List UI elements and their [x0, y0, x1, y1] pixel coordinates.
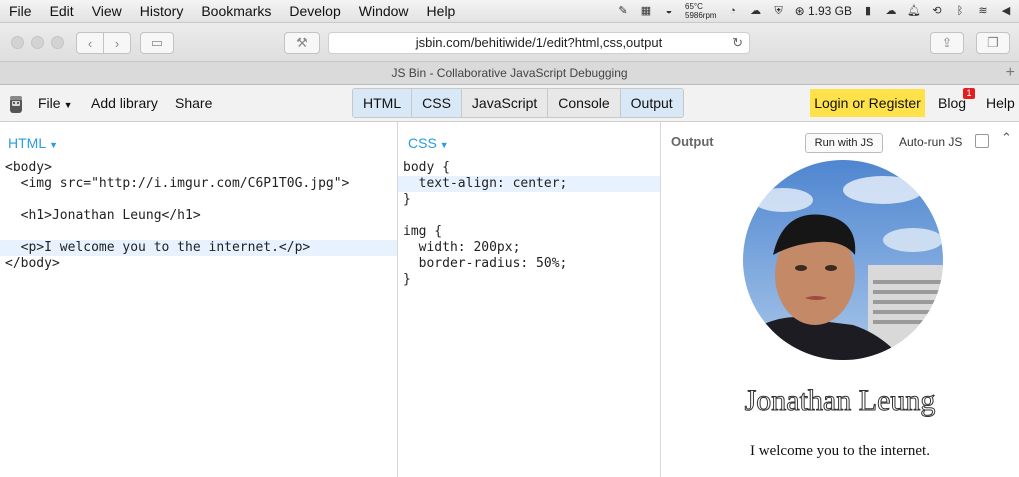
- code-line[interactable]: width: 200px;: [398, 240, 660, 256]
- sidebar-icon: ▭: [150, 35, 164, 50]
- menu-bookmarks[interactable]: Bookmarks: [192, 0, 280, 22]
- menu-file[interactable]: File: [0, 0, 41, 22]
- avatar: [743, 160, 943, 360]
- output-heading: Jonathan Leung: [744, 384, 936, 418]
- url-text: jsbin.com/behitiwide/1/edit?html,css,out…: [415, 35, 663, 50]
- output-pane: Output Run with JS Auto-run JS ⌃ Jonatha…: [661, 122, 1019, 477]
- add-library-button[interactable]: Add library: [91, 95, 158, 111]
- cloud-outline-icon[interactable]: ☁: [749, 5, 763, 17]
- output-paragraph: I welcome you to the internet.: [750, 443, 930, 459]
- share-link[interactable]: Share: [175, 95, 212, 111]
- gauge-icon[interactable]: ◔: [726, 5, 740, 17]
- caret-down-icon: ▼: [439, 140, 449, 150]
- css-code-editor[interactable]: body { text-align: center; } img { width…: [398, 160, 660, 288]
- temperature-readout: 65°C 5986rpm: [685, 2, 717, 20]
- help-link[interactable]: Help: [986, 95, 1015, 111]
- menu-window[interactable]: Window: [350, 0, 418, 22]
- output-panel-label: Output: [671, 134, 714, 149]
- shield-icon[interactable]: ⛨: [772, 5, 786, 17]
- tab-output[interactable]: Output: [620, 89, 683, 117]
- collapse-chevron-icon[interactable]: ⌃: [1001, 130, 1012, 146]
- tabs-overview-button[interactable]: ❐: [976, 32, 1010, 54]
- file-menu-button[interactable]: File ▼: [38, 95, 72, 111]
- code-line[interactable]: <h1>Jonathan Leung</h1>: [0, 208, 397, 224]
- code-line[interactable]: }: [398, 192, 660, 208]
- bell-icon[interactable]: 🔔︎: [907, 5, 921, 17]
- menu-help[interactable]: Help: [418, 0, 465, 22]
- blog-link[interactable]: Blog: [938, 95, 966, 111]
- code-line[interactable]: }: [398, 272, 660, 288]
- zoom-window-button[interactable]: [51, 36, 64, 49]
- tool-icon[interactable]: ✎: [616, 5, 630, 17]
- share-button[interactable]: ⇪: [930, 32, 964, 54]
- panel-toggle-group: HTML CSS JavaScript Console Output: [352, 88, 684, 118]
- login-register-button[interactable]: Login or Register: [810, 89, 925, 117]
- code-line[interactable]: [0, 224, 397, 240]
- drive-icon[interactable]: ◒: [662, 5, 676, 17]
- css-panel-label[interactable]: CSS ▼: [408, 135, 449, 151]
- code-line[interactable]: img {: [398, 224, 660, 240]
- code-line[interactable]: </body>: [0, 256, 397, 272]
- code-line[interactable]: <body>: [0, 160, 397, 176]
- memory-readout[interactable]: ⊛ 1.93 GB: [795, 4, 852, 18]
- code-line[interactable]: [398, 208, 660, 224]
- html-editor-pane: HTML ▼ <body> <img src="http://i.imgur.co…: [0, 122, 398, 477]
- autorun-label: Auto-run JS: [899, 135, 963, 149]
- tabs-icon: ❐: [987, 35, 999, 50]
- html-code-editor[interactable]: <body> <img src="http://i.imgur.com/C6P1…: [0, 160, 397, 272]
- forward-button[interactable]: ›: [103, 32, 131, 54]
- caret-down-icon: ▼: [63, 100, 73, 110]
- menu-develop[interactable]: Develop: [280, 0, 349, 22]
- code-line[interactable]: <img src="http://i.imgur.com/C6P1T0G.jpg…: [0, 176, 397, 192]
- share-icon: ⇪: [941, 35, 953, 50]
- tab-javascript[interactable]: JavaScript: [461, 89, 549, 117]
- chevron-right-icon: ›: [114, 35, 120, 51]
- menu-history[interactable]: History: [131, 0, 193, 22]
- volume-icon[interactable]: ◀: [999, 5, 1013, 17]
- code-line[interactable]: body {: [398, 160, 660, 176]
- wrench-icon: ⚒: [296, 35, 308, 50]
- chevron-left-icon: ‹: [87, 35, 93, 51]
- close-window-button[interactable]: [11, 36, 24, 49]
- menu-view[interactable]: View: [83, 0, 131, 22]
- blog-badge: 1: [963, 88, 975, 99]
- reload-icon[interactable]: ↻: [732, 33, 743, 53]
- wifi-icon[interactable]: ≋: [976, 5, 990, 17]
- autorun-checkbox[interactable]: [975, 134, 989, 148]
- back-button[interactable]: ‹: [76, 32, 104, 54]
- new-tab-icon[interactable]: +: [1006, 62, 1015, 84]
- run-with-js-button[interactable]: Run with JS: [805, 133, 883, 153]
- jsbin-control-bar: File ▼ Add library Share HTML CSS JavaScr…: [0, 85, 1019, 122]
- html-panel-label[interactable]: HTML ▼: [8, 135, 58, 151]
- caret-down-icon: ▼: [49, 140, 59, 150]
- code-line[interactable]: [0, 192, 397, 208]
- sidebar-button[interactable]: ▭: [140, 32, 174, 54]
- bluetooth-icon[interactable]: ᛒ: [953, 5, 967, 17]
- jsbin-logo-icon[interactable]: [8, 92, 24, 114]
- menu-edit[interactable]: Edit: [41, 0, 83, 22]
- profile-photo: [743, 160, 943, 360]
- code-line[interactable]: <p>I welcome you to the internet.</p>: [0, 240, 397, 256]
- code-line[interactable]: text-align: center;: [398, 176, 660, 192]
- grid-icon[interactable]: ▦: [639, 5, 653, 17]
- status-area: ✎ ▦ ◒ 65°C 5986rpm ◔ ☁ ⛨ ⊛ 1.93 GB ▮ ☁ 🔔…: [616, 0, 1013, 22]
- browser-toolbar: ‹ › ▭ ⚒ jsbin.com/behitiwide/1/edit?html…: [0, 23, 1019, 62]
- tab-bar: JS Bin - Collaborative JavaScript Debugg…: [0, 62, 1019, 85]
- tab-css[interactable]: CSS: [412, 89, 462, 117]
- tab-title[interactable]: JS Bin - Collaborative JavaScript Debugg…: [391, 66, 627, 80]
- url-bar[interactable]: jsbin.com/behitiwide/1/edit?html,css,out…: [328, 32, 750, 54]
- extension-button[interactable]: ⚒: [284, 32, 320, 54]
- tab-console[interactable]: Console: [548, 89, 621, 117]
- minimize-window-button[interactable]: [31, 36, 44, 49]
- time-machine-icon[interactable]: ⟲: [930, 5, 944, 17]
- cloud-icon[interactable]: ☁: [884, 5, 898, 17]
- tab-html[interactable]: HTML: [353, 89, 413, 117]
- css-editor-pane: CSS ▼ body { text-align: center; } img { …: [398, 122, 661, 477]
- menu-bar: File Edit View History Bookmarks Develop…: [0, 0, 1019, 23]
- code-line[interactable]: border-radius: 50%;: [398, 256, 660, 272]
- bookmark-icon[interactable]: ▮: [861, 5, 875, 17]
